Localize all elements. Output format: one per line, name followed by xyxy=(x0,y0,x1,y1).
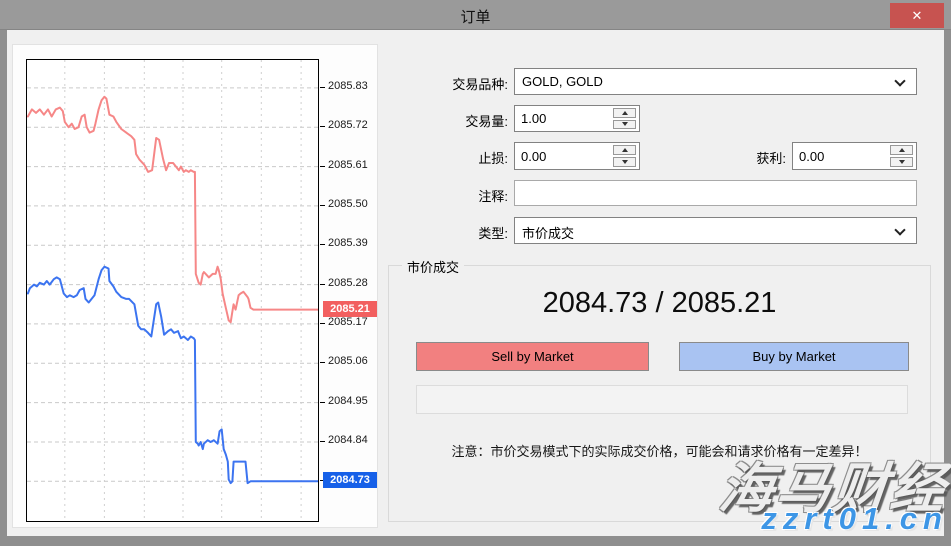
arrow-down-icon xyxy=(899,160,905,164)
type-label: 类型: xyxy=(398,223,508,242)
y-axis-tick xyxy=(320,362,325,363)
y-axis-tick xyxy=(320,402,325,403)
take-profit-field xyxy=(792,142,917,170)
symbol-value: GOLD, GOLD xyxy=(522,74,603,89)
arrow-up-icon xyxy=(622,111,628,115)
y-axis-tick xyxy=(320,166,325,167)
chevron-down-icon xyxy=(894,75,905,86)
arrow-down-icon xyxy=(622,160,628,164)
y-axis-label: 2085.50 xyxy=(328,198,368,210)
symbol-label: 交易品种: xyxy=(398,74,508,93)
stop-loss-field xyxy=(514,142,640,170)
y-axis-tick xyxy=(320,441,325,442)
buy-by-market-button[interactable]: Buy by Market xyxy=(679,342,909,371)
volume-label: 交易量: xyxy=(398,111,508,130)
comment-input[interactable] xyxy=(515,181,916,205)
y-axis-tick xyxy=(320,244,325,245)
y-axis-label: 2084.95 xyxy=(328,395,368,407)
execution-status-box xyxy=(416,385,908,414)
close-icon: ✕ xyxy=(912,8,923,23)
arrow-down-icon xyxy=(622,122,628,126)
take-profit-label: 获利: xyxy=(676,148,786,167)
bid-price-tag: 2084.73 xyxy=(323,472,377,488)
stop-loss-spinner xyxy=(613,145,636,167)
take-profit-spin-up-button[interactable] xyxy=(890,145,913,155)
close-button[interactable]: ✕ xyxy=(890,3,944,28)
tick-chart-svg xyxy=(27,60,318,521)
volume-input[interactable] xyxy=(515,106,609,131)
price-chart xyxy=(26,59,319,522)
y-axis-label: 2085.17 xyxy=(328,316,368,328)
symbol-select[interactable]: GOLD, GOLD xyxy=(514,68,917,95)
window-title: 订单 xyxy=(0,6,951,27)
take-profit-input[interactable] xyxy=(793,143,886,169)
take-profit-spinner xyxy=(890,145,913,167)
y-axis-tick xyxy=(320,126,325,127)
volume-spinner xyxy=(613,108,636,129)
arrow-up-icon xyxy=(899,148,905,152)
stop-loss-label: 止损: xyxy=(398,148,508,167)
comment-label: 注释: xyxy=(398,186,508,205)
arrow-up-icon xyxy=(622,148,628,152)
order-type-select[interactable]: 市价成交 xyxy=(514,217,917,244)
volume-field xyxy=(514,105,640,132)
title-bar[interactable]: 订单 ✕ xyxy=(0,0,951,30)
y-axis-label: 2085.83 xyxy=(328,80,368,92)
y-axis-label: 2085.39 xyxy=(328,237,368,249)
order-dialog-window: 订单 ✕ 2085.83 2085.72 2085.61 2085.50 2085.39… xyxy=(0,0,951,546)
bid-ask-quote: 2084.73 / 2085.21 xyxy=(389,287,930,320)
y-axis-label: 2085.28 xyxy=(328,277,368,289)
chart-panel: 2085.83 2085.72 2085.61 2085.50 2085.39 2085.… xyxy=(12,44,378,528)
y-axis-label: 2085.72 xyxy=(328,119,368,131)
volume-spin-down-button[interactable] xyxy=(613,120,636,130)
volume-spin-up-button[interactable] xyxy=(613,108,636,118)
y-axis-tick xyxy=(320,284,325,285)
comment-field xyxy=(514,180,917,206)
stop-loss-input[interactable] xyxy=(515,143,609,169)
y-axis-tick xyxy=(320,87,325,88)
stop-loss-spin-down-button[interactable] xyxy=(613,157,636,167)
y-axis-tick xyxy=(320,323,325,324)
y-axis-tick xyxy=(320,205,325,206)
take-profit-spin-down-button[interactable] xyxy=(890,157,913,167)
group-title: 市价成交 xyxy=(402,257,464,276)
y-axis-label: 2084.84 xyxy=(328,434,368,446)
watermark-url-text: zzrt01.cn xyxy=(761,501,948,537)
y-axis-label: 2085.61 xyxy=(328,159,368,171)
chevron-down-icon xyxy=(894,224,905,235)
ask-price-tag: 2085.21 xyxy=(323,301,377,317)
stop-loss-spin-up-button[interactable] xyxy=(613,145,636,155)
order-type-value: 市价成交 xyxy=(522,223,574,242)
y-axis-label: 2085.06 xyxy=(328,355,368,367)
sell-by-market-button[interactable]: Sell by Market xyxy=(416,342,649,371)
